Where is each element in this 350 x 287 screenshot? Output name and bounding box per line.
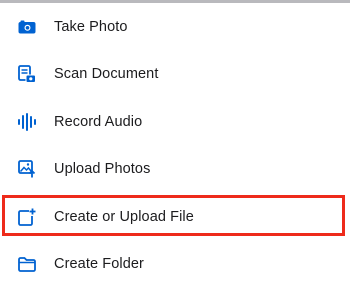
menu-item-label: Upload Photos (54, 161, 151, 178)
highlight-box (2, 195, 345, 236)
menu-item-scan-document[interactable]: Scan Document (0, 51, 350, 99)
scan-document-icon (17, 64, 37, 84)
menu-item-take-photo[interactable]: Take Photo (0, 3, 350, 51)
menu-item-label: Record Audio (54, 113, 143, 130)
menu-item-create-folder[interactable]: Create Folder (0, 241, 350, 287)
folder-icon (17, 254, 37, 274)
menu-item-upload-photos[interactable]: Upload Photos (0, 146, 350, 194)
menu-item-label: Take Photo (54, 18, 128, 35)
audio-waveform-icon (17, 112, 37, 132)
upload-photo-icon (17, 159, 37, 179)
menu-item-label: Scan Document (54, 66, 159, 83)
camera-icon (17, 17, 37, 37)
menu-item-record-audio[interactable]: Record Audio (0, 98, 350, 146)
add-menu: Take Photo Scan Document Record Audio Up… (0, 3, 350, 287)
menu-item-label: Create Folder (54, 256, 144, 273)
